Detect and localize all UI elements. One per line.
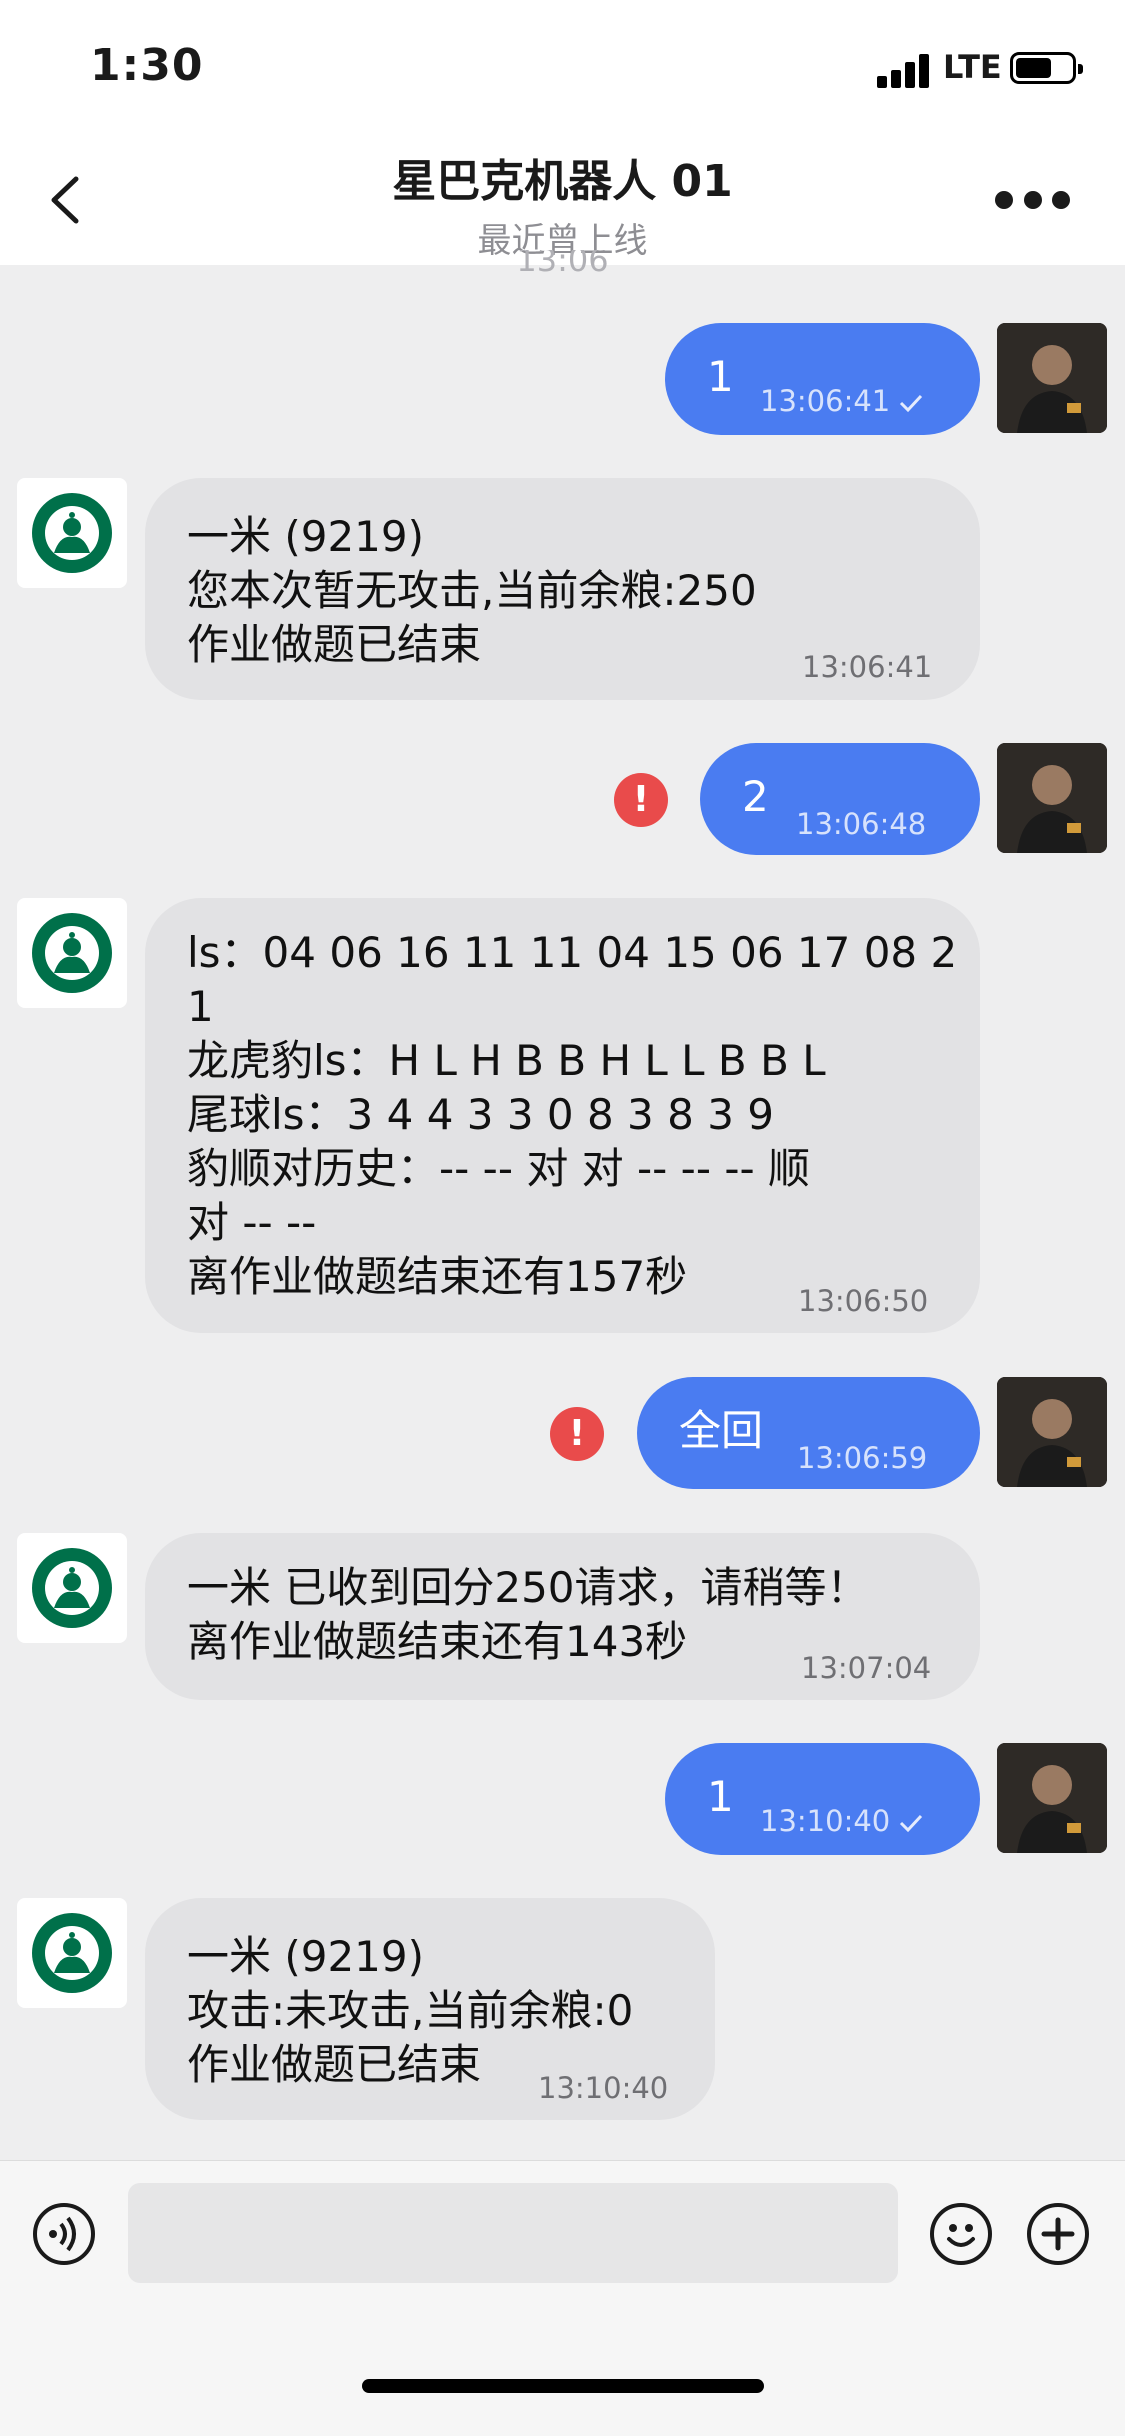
emoji-icon	[947, 2224, 975, 2247]
user-avatar[interactable]	[997, 1743, 1107, 1853]
message-text: 2	[742, 772, 769, 821]
status-bar: 1:30 LTE	[0, 0, 1125, 135]
emoji-button[interactable]	[930, 2203, 992, 2265]
message-bubble-outgoing[interactable]: 1 13:06:41	[665, 323, 980, 435]
message-bubble-outgoing[interactable]: 全回 13:06:59	[637, 1377, 980, 1489]
message-input[interactable]	[128, 2183, 898, 2283]
send-failed-icon[interactable]: !	[550, 1407, 604, 1461]
message-text: ls：04 06 16 11 11 04 15 06 17 08 2 1 龙虎豹…	[187, 928, 958, 1301]
plus-icon	[1041, 2217, 1075, 2251]
voice-icon	[49, 2216, 76, 2252]
check-icon	[900, 1814, 923, 1833]
user-avatar[interactable]	[997, 1377, 1107, 1487]
add-button[interactable]	[1027, 2203, 1089, 2265]
message-text: 1	[707, 352, 734, 401]
starbucks-logo-icon	[32, 493, 112, 573]
message-text: 1	[707, 1772, 734, 1821]
network-label: LTE	[943, 48, 1002, 86]
voice-button[interactable]	[33, 2203, 95, 2265]
message-bubble-outgoing[interactable]: 1 13:10:40	[665, 1743, 980, 1855]
check-icon	[900, 394, 923, 413]
bot-avatar[interactable]	[17, 1533, 127, 1643]
user-avatar[interactable]	[997, 323, 1107, 433]
message-time: 13:10:40	[538, 2071, 669, 2105]
user-photo-icon	[997, 1377, 1107, 1487]
starbucks-logo-icon	[32, 1548, 112, 1628]
starbucks-logo-icon	[32, 1913, 112, 1993]
message-text: 一米 (9219) 您本次暂无攻击,当前余粮:250 作业做题已结束	[187, 512, 757, 669]
bot-avatar[interactable]	[17, 1898, 127, 2008]
more-dots-icon	[995, 191, 1013, 209]
more-button[interactable]	[995, 185, 1070, 215]
message-time: 13:06:50	[798, 1284, 929, 1318]
chat-title: 星巴克机器人 01	[392, 156, 733, 207]
chat-header: 星巴克机器人 01 最近曾上线	[0, 135, 1125, 265]
message-bubble-outgoing[interactable]: 2 13:06:48	[700, 743, 980, 855]
message-time: 13:10:40	[760, 1804, 891, 1838]
input-bar	[0, 2160, 1125, 2436]
message-text: 全回	[679, 1406, 764, 1455]
message-bubble-incoming[interactable]: 一米 (9219) 攻击:未攻击,当前余粮:0 作业做题已结束 13:10:40	[145, 1898, 715, 2120]
user-photo-icon	[997, 1743, 1107, 1853]
message-time: 13:06:41	[802, 650, 933, 684]
status-time: 1:30	[90, 40, 204, 91]
message-time: 13:06:41	[760, 384, 891, 418]
message-bubble-incoming[interactable]: 一米 (9219) 您本次暂无攻击,当前余粮:250 作业做题已结束 13:06…	[145, 478, 980, 700]
send-failed-icon[interactable]: !	[614, 773, 668, 827]
user-photo-icon	[997, 323, 1107, 433]
user-avatar[interactable]	[997, 743, 1107, 853]
bot-avatar[interactable]	[17, 478, 127, 588]
message-text: 一米 (9219) 攻击:未攻击,当前余粮:0 作业做题已结束	[187, 1932, 634, 2089]
battery-icon	[1010, 52, 1083, 84]
message-time: 13:07:04	[801, 1651, 932, 1685]
signal-icon	[877, 52, 937, 88]
starbucks-logo-icon	[32, 913, 112, 993]
message-bubble-incoming[interactable]: ls：04 06 16 11 11 04 15 06 17 08 2 1 龙虎豹…	[145, 898, 980, 1333]
home-indicator	[362, 2379, 764, 2393]
user-photo-icon	[997, 743, 1107, 853]
ghost-timestamp: 13:06	[516, 250, 609, 274]
message-bubble-incoming[interactable]: 一米 已收到回分250请求，请稍等！ 离作业做题结束还有143秒 13:07:0…	[145, 1533, 980, 1700]
message-text: 一米 已收到回分250请求，请稍等！ 离作业做题结束还有143秒	[187, 1563, 869, 1666]
bot-avatar[interactable]	[17, 898, 127, 1008]
message-time: 13:06:48	[796, 807, 927, 841]
message-time: 13:06:59	[797, 1441, 928, 1475]
